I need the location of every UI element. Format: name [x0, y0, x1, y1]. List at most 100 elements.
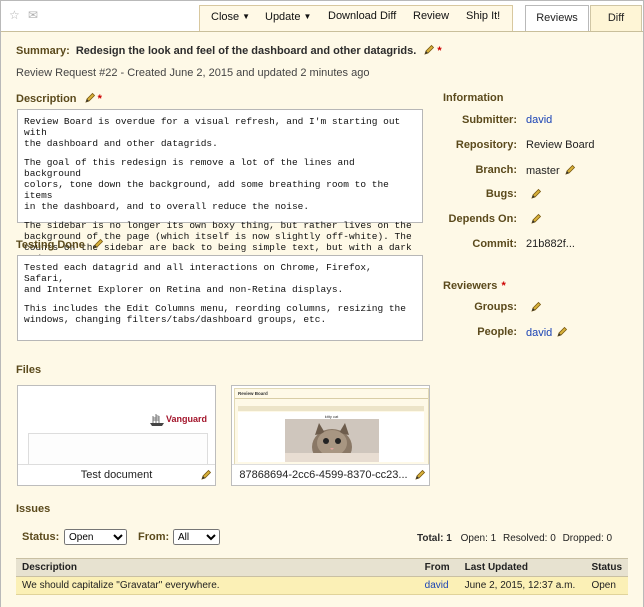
pencil-icon[interactable]: [200, 469, 212, 481]
update-label: Update: [265, 11, 301, 23]
branch-field: master: [526, 164, 576, 177]
mini-title: Review Board: [238, 391, 268, 396]
issues-title: Issues: [16, 503, 51, 515]
branch-label: Branch:: [475, 164, 517, 176]
table-row[interactable]: We should capitalize "Gravatar" everywhe…: [16, 576, 628, 595]
pencil-icon[interactable]: [530, 188, 542, 200]
chevron-down-icon: ▼: [303, 12, 312, 21]
pencil-icon[interactable]: [92, 238, 104, 250]
issue-description[interactable]: We should capitalize "Gravatar" everywhe…: [16, 576, 419, 595]
files-title: Files: [16, 364, 42, 376]
mini-divider: [235, 398, 428, 399]
issues-header-row: Description From Last Updated Status: [16, 558, 628, 577]
required-marker: *: [97, 93, 102, 105]
pencil-icon[interactable]: [423, 44, 435, 56]
chevron-down-icon: ▼: [242, 12, 251, 21]
reviewers-title: Reviewers: [443, 280, 498, 292]
depends-on-label: Depends On:: [448, 213, 517, 225]
depends-on-field: [526, 213, 542, 226]
submitter-label: Submitter:: [462, 114, 517, 126]
close-label: Close: [211, 11, 240, 23]
people-link[interactable]: david: [526, 327, 552, 339]
status-filter-select[interactable]: Open: [64, 529, 127, 545]
description-label: Description: [16, 93, 77, 105]
issues-table: Description From Last Updated Status We …: [16, 558, 628, 595]
information-title: Information: [443, 92, 504, 104]
kitten-image: [285, 419, 379, 462]
review-request-page: ☆ ✉ Close ▼ Update ▼ Download Diff Review …: [0, 0, 644, 607]
screenshot-preview: Review Board kitty cat: [234, 388, 429, 466]
resolved-count: 0: [550, 533, 556, 544]
review-request-main: Summary: Redesign the look and feel of t…: [1, 31, 643, 607]
vanguard-brand: Vanguard: [166, 414, 208, 424]
summary-text: Redesign the look and feel of the dashbo…: [75, 45, 417, 57]
total-count: 1: [446, 533, 452, 544]
file-attachment[interactable]: Review Board kitty cat 87868694-2cc6-459…: [231, 385, 430, 486]
description-paragraph: Review Board is overdue for a visual ref…: [24, 116, 401, 149]
testing-done-label: Testing Done: [16, 239, 85, 251]
status-filter-label: Status:: [22, 531, 60, 543]
download-diff-button[interactable]: Download Diff: [328, 1, 396, 31]
pencil-icon[interactable]: [414, 469, 426, 481]
reviewers-header: Reviewers *: [443, 280, 506, 292]
pencil-icon[interactable]: [564, 164, 576, 176]
testing-paragraph: Tested each datagrid and all interaction…: [24, 262, 372, 295]
repository-label: Repository:: [455, 139, 517, 151]
close-menu[interactable]: Close ▼: [211, 1, 250, 31]
required-marker: *: [501, 280, 506, 292]
testing-done-text: Tested each datagrid and all interaction…: [17, 255, 423, 341]
testing-paragraph: This includes the Edit Columns menu, reo…: [24, 303, 406, 325]
star-icon[interactable]: ☆: [9, 9, 20, 21]
open-label: Open:: [460, 533, 488, 544]
commit-value: 21b882f...: [526, 238, 575, 250]
summary-label: Summary:: [16, 45, 70, 57]
tab-diff[interactable]: Diff: [590, 5, 642, 33]
review-button[interactable]: Review: [413, 1, 449, 31]
description-paragraph: The goal of this redesign is remove a lo…: [24, 157, 389, 212]
required-marker: *: [437, 45, 442, 57]
ship-it-button[interactable]: Ship It!: [466, 1, 500, 31]
column-last-updated[interactable]: Last Updated: [458, 558, 586, 577]
people-field: david: [526, 326, 568, 339]
ship-icon: [150, 414, 164, 426]
mini-toolbar: [238, 406, 424, 411]
open-count: 1: [490, 533, 497, 544]
bugs-field: [526, 188, 542, 201]
total-label: Total:: [417, 533, 444, 544]
mail-icon[interactable]: ✉: [28, 9, 38, 21]
from-filter-select[interactable]: All: [173, 529, 220, 545]
from-filter-label: From:: [138, 531, 170, 543]
review-request-toolbar: ☆ ✉ Close ▼ Update ▼ Download Diff Review …: [1, 1, 643, 33]
bugs-label: Bugs:: [485, 188, 517, 200]
dropped-count: 0: [606, 533, 613, 544]
vanguard-logo: Vanguard: [148, 412, 208, 428]
request-info-line: Review Request #22 - Created June 2, 201…: [16, 67, 370, 79]
document-preview-box: [28, 433, 208, 465]
issue-counts: Total: 1 Open: 1 Resolved: 0 Dropped: 0: [417, 533, 612, 544]
testing-done-header: Testing Done: [16, 238, 104, 251]
groups-label: Groups:: [474, 301, 517, 313]
description-text: Review Board is overdue for a visual ref…: [17, 109, 423, 275]
summary: Summary: Redesign the look and feel of t…: [16, 44, 442, 57]
column-from[interactable]: From: [418, 558, 459, 577]
groups-field: [526, 301, 542, 314]
description-header: Description *: [16, 92, 102, 105]
repository-value: Review Board: [526, 139, 595, 151]
dropped-label: Dropped:: [562, 533, 604, 544]
issue-from-link[interactable]: david: [418, 576, 459, 595]
update-menu[interactable]: Update ▼: [265, 1, 311, 31]
pencil-icon[interactable]: [530, 213, 542, 225]
pencil-icon[interactable]: [84, 92, 96, 104]
file-caption: 87868694-2cc6-4599-8370-cc23...: [232, 464, 429, 485]
resolved-label: Resolved:: [502, 533, 548, 544]
file-attachment[interactable]: Vanguard Test document: [17, 385, 216, 486]
column-status[interactable]: Status: [585, 558, 628, 577]
people-label: People:: [477, 326, 517, 338]
pencil-icon[interactable]: [556, 326, 568, 338]
tab-reviews[interactable]: Reviews: [525, 5, 589, 33]
pencil-icon[interactable]: [530, 301, 542, 313]
submitter-link[interactable]: david: [526, 114, 552, 126]
column-description[interactable]: Description: [16, 558, 419, 577]
commit-label: Commit:: [472, 238, 517, 250]
branch-value: master: [526, 165, 560, 177]
